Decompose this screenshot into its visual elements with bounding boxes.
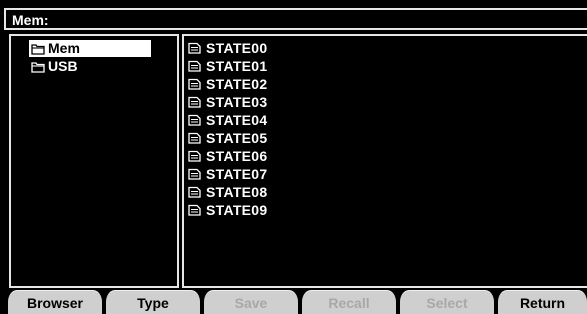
file-label: STATE08	[206, 184, 268, 200]
file-item-state08[interactable]: STATE08	[188, 183, 267, 201]
type-softkey[interactable]: Type	[106, 290, 200, 314]
file-item-state06[interactable]: STATE06	[188, 147, 267, 165]
memory-browser-screen: Mem: Mem USB STATE00 STATE01 STATE02 STA…	[0, 0, 587, 314]
file-label: STATE01	[206, 58, 268, 74]
file-icon	[188, 168, 201, 180]
return-softkey[interactable]: Return	[498, 290, 587, 314]
folder-label: USB	[48, 58, 78, 74]
browser-softkey[interactable]: Browser	[8, 290, 102, 314]
title-bar: Mem:	[4, 8, 587, 30]
folder-tree-pane: Mem USB	[9, 34, 179, 288]
file-list-pane: STATE00 STATE01 STATE02 STATE03 STATE04 …	[182, 34, 587, 288]
file-label: STATE03	[206, 94, 268, 110]
file-icon	[188, 150, 201, 162]
file-icon	[188, 204, 201, 216]
folder-icon	[31, 61, 45, 73]
file-item-state00[interactable]: STATE00	[188, 39, 267, 57]
save-softkey[interactable]: Save	[204, 290, 298, 314]
select-softkey[interactable]: Select	[400, 290, 494, 314]
file-icon	[188, 60, 201, 72]
file-icon	[188, 186, 201, 198]
softkey-bar: Browser Type Save Recall Select Return	[0, 290, 587, 314]
file-item-state05[interactable]: STATE05	[188, 129, 267, 147]
file-item-state09[interactable]: STATE09	[188, 201, 267, 219]
file-item-state01[interactable]: STATE01	[188, 57, 267, 75]
file-label: STATE05	[206, 130, 268, 146]
folder-label: Mem	[48, 40, 80, 56]
file-label: STATE09	[206, 202, 268, 218]
page-title: Mem:	[12, 12, 49, 28]
file-icon	[188, 42, 201, 54]
file-icon	[188, 96, 201, 108]
folder-item-mem[interactable]: Mem	[29, 40, 151, 57]
file-label: STATE07	[206, 166, 268, 182]
file-icon	[188, 114, 201, 126]
file-label: STATE06	[206, 148, 268, 164]
file-list: STATE00 STATE01 STATE02 STATE03 STATE04 …	[188, 39, 267, 219]
file-item-state07[interactable]: STATE07	[188, 165, 267, 183]
file-label: STATE02	[206, 76, 268, 92]
file-item-state03[interactable]: STATE03	[188, 93, 267, 111]
file-item-state02[interactable]: STATE02	[188, 75, 267, 93]
file-icon	[188, 132, 201, 144]
file-icon	[188, 78, 201, 90]
file-item-state04[interactable]: STATE04	[188, 111, 267, 129]
file-label: STATE04	[206, 112, 268, 128]
folder-item-usb[interactable]: USB	[29, 58, 78, 75]
recall-softkey[interactable]: Recall	[302, 290, 396, 314]
folder-icon	[31, 43, 45, 55]
file-label: STATE00	[206, 40, 268, 56]
